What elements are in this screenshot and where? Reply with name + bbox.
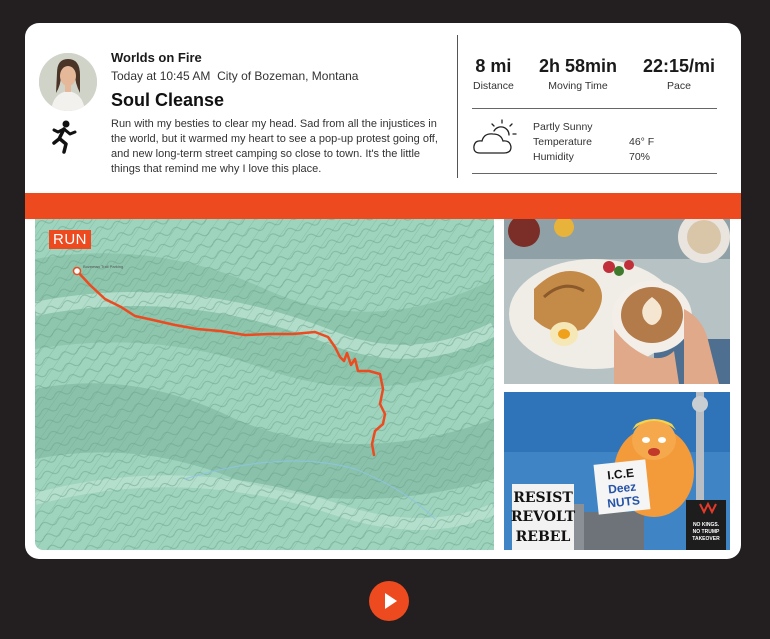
- stat-value: 8 mi: [475, 56, 512, 76]
- sign-text: REBEL: [516, 529, 571, 545]
- accent-band: [25, 193, 741, 219]
- stat-value: 22:15/mi: [643, 56, 716, 76]
- avatar[interactable]: [39, 53, 97, 111]
- weather-divider: [472, 173, 717, 174]
- sign-text: NO KINGS.: [693, 522, 720, 528]
- weather-condition: Partly Sunny: [533, 121, 593, 133]
- activity-location[interactable]: City of Bozeman, Montana: [217, 69, 358, 83]
- activity-timestamp: Today at 10:45 AM: [111, 69, 211, 83]
- play-button[interactable]: [369, 581, 409, 621]
- sign-text: TAKEOVER: [692, 536, 720, 542]
- sign-text: REVOLT: [511, 509, 576, 525]
- sign-text: NO TRUMP: [693, 529, 720, 535]
- stats-divider: [472, 108, 717, 109]
- stat-distance: 8 mi Distance: [473, 56, 514, 92]
- sign-text: RESIST: [513, 490, 573, 506]
- terrain-map[interactable]: Bozeman Trail Parking: [35, 219, 494, 550]
- route-map[interactable]: Bozeman Trail Parking RUN: [35, 219, 494, 550]
- activity-meta: Today at 10:45 AM City of Bozeman, Monta…: [111, 69, 358, 83]
- stat-label: Pace: [667, 80, 691, 92]
- stat-label: Moving Time: [548, 80, 608, 92]
- stat-pace: 22:15/mi Pace: [643, 56, 715, 92]
- humidity-label: Humidity: [533, 151, 574, 163]
- partly-sunny-icon: [473, 119, 517, 154]
- start-marker: [72, 266, 82, 276]
- temperature-label: Temperature: [533, 136, 592, 148]
- stat-label: Distance: [473, 80, 514, 92]
- protest-photo[interactable]: RESIST REVOLT REBEL I.C.E Deez NUTS NO K…: [504, 392, 730, 550]
- temperature-value: 46° F: [629, 136, 655, 148]
- header-divider: [457, 35, 458, 178]
- activity-card: Worlds on Fire Today at 10:45 AM City of…: [25, 23, 741, 559]
- play-icon: [385, 593, 397, 609]
- activity-description: Run with my besties to clear my head. Sa…: [111, 118, 438, 175]
- stat-value: 2h 58min: [539, 56, 618, 76]
- activity-title[interactable]: Soul Cleanse: [111, 90, 224, 111]
- stat-moving-time: 2h 58min Moving Time: [539, 56, 617, 92]
- activity-type-tag: RUN: [49, 230, 91, 249]
- start-label: Bozeman Trail Parking: [83, 264, 123, 269]
- breakfast-latte-photo[interactable]: [504, 219, 730, 384]
- humidity-value: 70%: [629, 151, 651, 163]
- running-person-icon: [52, 120, 77, 154]
- club-name[interactable]: Worlds on Fire: [111, 50, 202, 65]
